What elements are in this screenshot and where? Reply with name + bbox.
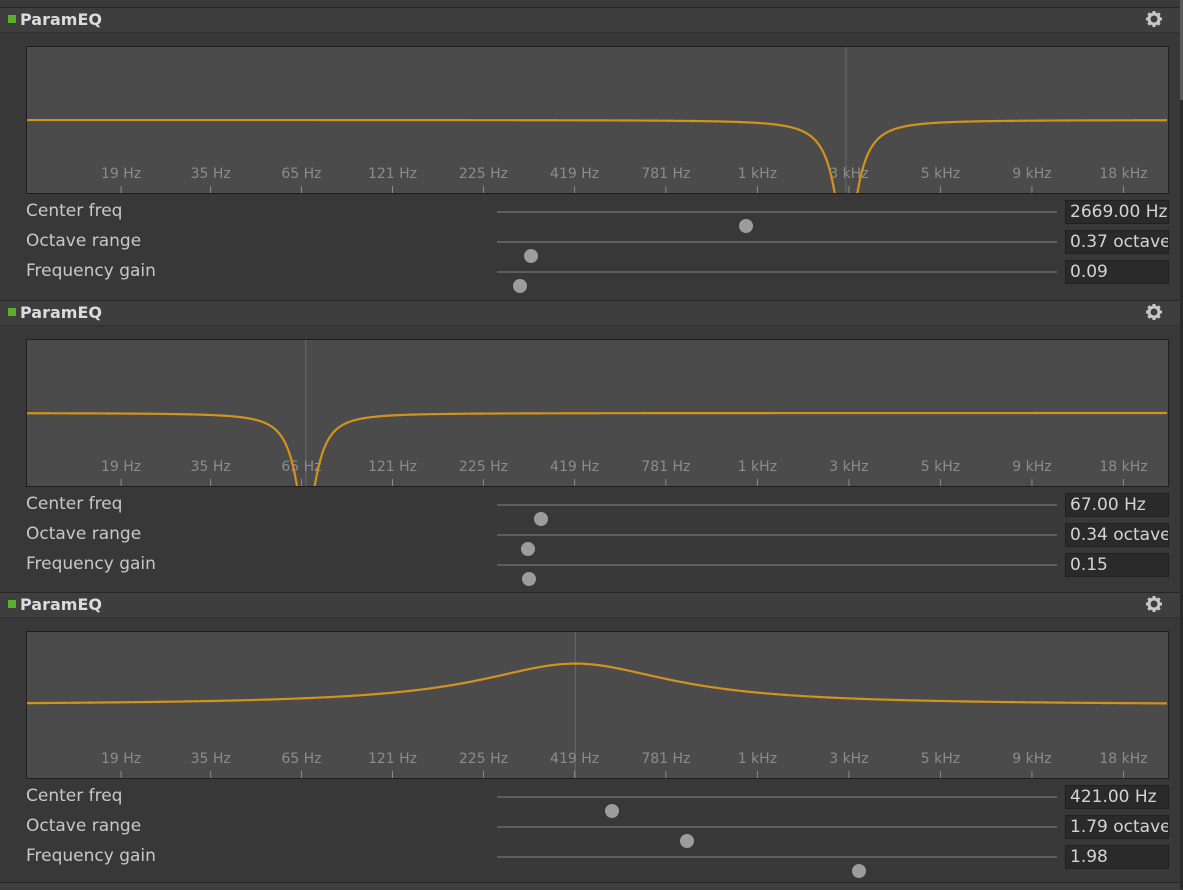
frequency-gain-row: Frequency gain 0.15 (0, 550, 1180, 586)
frequency-tick-label: 5 kHz (921, 751, 960, 767)
frequency-tick-label: 18 kHz (1099, 751, 1147, 767)
octave-range-slider[interactable] (497, 241, 1057, 263)
frequency-tick-label: 19 Hz (101, 166, 141, 182)
frequency-gain-slider[interactable] (497, 856, 1057, 878)
octave-range-slider[interactable] (497, 534, 1057, 556)
center-freq-slider[interactable] (497, 796, 1057, 818)
parameq-panel-1: ParamEQ 19 Hz 35 Hz 65 Hz 121 Hz 225 Hz 419 H… (0, 7, 1180, 299)
frequency-tick-label: 19 Hz (101, 751, 141, 767)
frequency-tick-label: 35 Hz (191, 459, 231, 475)
eq-response-curve (27, 662, 1168, 705)
eq-graph-canvas: 19 Hz 35 Hz 65 Hz 121 Hz 225 Hz 419 Hz 781 Hz 1… (27, 47, 1167, 193)
frequency-gain-label: Frequency gain (26, 846, 156, 866)
eq-graph-canvas: 19 Hz 35 Hz 65 Hz 121 Hz 225 Hz 419 Hz 781 Hz 1… (27, 632, 1168, 778)
octave-range-label: Octave range (26, 816, 142, 836)
frequency-tick-label: 3 kHz (829, 459, 868, 475)
panel-header[interactable]: ParamEQ (0, 7, 1180, 33)
frequency-tick-label: 35 Hz (191, 166, 231, 182)
gear-icon[interactable] (1144, 594, 1164, 614)
frequency-gain-slider[interactable] (497, 564, 1057, 586)
center-freq-row: Center freq 421.00 Hz (0, 782, 1180, 818)
frequency-tick-label: 9 kHz (1012, 459, 1051, 475)
frequency-gain-label: Frequency gain (26, 261, 156, 281)
parameq-panel-3: ParamEQ 19 Hz 35 Hz 65 Hz 121 Hz 225 Hz 419 H… (0, 592, 1180, 882)
gear-icon[interactable] (1144, 302, 1164, 322)
frequency-tick-label: 225 Hz (459, 166, 508, 182)
parameq-panel-2: ParamEQ 19 Hz 35 Hz 65 Hz 121 Hz 225 Hz 419 H… (0, 300, 1180, 592)
octave-range-row: Octave range 0.34 octaves (0, 520, 1180, 556)
octave-range-row: Octave range 1.79 octaves (0, 812, 1180, 848)
gear-icon[interactable] (1144, 9, 1164, 29)
frequency-gain-slider[interactable] (497, 271, 1057, 293)
eq-response-curve (27, 118, 1167, 193)
frequency-tick-label: 1 kHz (738, 751, 777, 767)
center-freq-label: Center freq (26, 786, 123, 806)
panel-header[interactable]: ParamEQ (0, 592, 1180, 618)
frequency-tick-label: 121 Hz (368, 166, 417, 182)
center-freq-row: Center freq 2669.00 Hz (0, 197, 1180, 233)
center-freq-field[interactable]: 67.00 Hz (1065, 493, 1169, 517)
octave-range-label: Octave range (26, 524, 142, 544)
center-freq-field[interactable]: 421.00 Hz (1065, 785, 1169, 809)
frequency-gain-slider-knob[interactable] (513, 279, 528, 293)
frequency-gain-slider-knob[interactable] (851, 864, 866, 878)
frequency-tick-label: 419 Hz (550, 751, 599, 767)
enabled-toggle[interactable] (8, 308, 16, 316)
center-freq-label: Center freq (26, 494, 123, 514)
frequency-tick-label: 781 Hz (641, 751, 690, 767)
frequency-tick-label: 225 Hz (459, 459, 508, 475)
frequency-tick-label: 35 Hz (191, 751, 231, 767)
frequency-tick-label: 9 kHz (1012, 166, 1051, 182)
frequency-gain-slider-knob[interactable] (522, 572, 537, 586)
eq-response-graph[interactable]: 19 Hz 35 Hz 65 Hz 121 Hz 225 Hz 419 Hz 781 Hz 1… (26, 631, 1169, 779)
frequency-gain-row: Frequency gain 0.09 (0, 257, 1180, 293)
center-freq-field[interactable]: 2669.00 Hz (1065, 200, 1169, 224)
frequency-tick-label: 121 Hz (368, 751, 417, 767)
eq-response-graph[interactable]: 19 Hz 35 Hz 65 Hz 121 Hz 225 Hz 419 Hz 781 Hz 1… (26, 46, 1169, 194)
frequency-tick-label: 3 kHz (829, 751, 868, 767)
frequency-tick-label: 781 Hz (641, 166, 690, 182)
frequency-gain-row: Frequency gain 1.98 (0, 842, 1180, 878)
octave-range-label: Octave range (26, 231, 142, 251)
eq-response-curve (27, 411, 1167, 486)
frequency-tick-label: 18 kHz (1099, 166, 1147, 182)
panel-header[interactable]: ParamEQ (0, 300, 1180, 326)
panel-title: ParamEQ (20, 595, 102, 614)
frequency-tick-label: 65 Hz (281, 751, 321, 767)
frequency-tick-label: 781 Hz (641, 459, 690, 475)
frequency-tick-label: 1 kHz (738, 166, 777, 182)
panel-title: ParamEQ (20, 10, 102, 29)
eq-response-graph[interactable]: 19 Hz 35 Hz 65 Hz 121 Hz 225 Hz 419 Hz 781 Hz 1… (26, 339, 1169, 487)
octave-range-field[interactable]: 0.34 octaves (1065, 523, 1169, 547)
frequency-gain-label: Frequency gain (26, 554, 156, 574)
panel-title: ParamEQ (20, 303, 102, 322)
frequency-tick-label: 65 Hz (281, 166, 321, 182)
eq-graph-canvas: 19 Hz 35 Hz 65 Hz 121 Hz 225 Hz 419 Hz 781 Hz 1… (27, 340, 1167, 486)
frequency-gain-field[interactable]: 0.15 (1065, 553, 1169, 577)
octave-range-slider[interactable] (497, 826, 1057, 848)
center-freq-row: Center freq 67.00 Hz (0, 490, 1180, 526)
frequency-gain-field[interactable]: 0.09 (1065, 260, 1169, 284)
frequency-tick-label: 65 Hz (281, 459, 321, 475)
frequency-tick-label: 5 kHz (921, 166, 960, 182)
center-freq-label: Center freq (26, 201, 123, 221)
frequency-tick-label: 5 kHz (921, 459, 960, 475)
frequency-tick-label: 19 Hz (101, 459, 141, 475)
enabled-toggle[interactable] (8, 600, 16, 608)
center-freq-slider[interactable] (497, 211, 1057, 233)
frequency-tick-label: 121 Hz (368, 459, 417, 475)
frequency-tick-label: 18 kHz (1099, 459, 1147, 475)
frequency-tick-label: 225 Hz (459, 751, 508, 767)
octave-range-field[interactable]: 1.79 octaves (1065, 815, 1169, 839)
frequency-tick-label: 419 Hz (550, 166, 599, 182)
center-freq-slider[interactable] (497, 504, 1057, 526)
enabled-toggle[interactable] (8, 15, 16, 23)
octave-range-row: Octave range 0.37 octaves (0, 227, 1180, 263)
octave-range-field[interactable]: 0.37 octaves (1065, 230, 1169, 254)
frequency-tick-label: 9 kHz (1012, 751, 1051, 767)
frequency-gain-field[interactable]: 1.98 (1065, 845, 1169, 869)
frequency-tick-label: 419 Hz (550, 459, 599, 475)
frequency-tick-label: 1 kHz (738, 459, 777, 475)
